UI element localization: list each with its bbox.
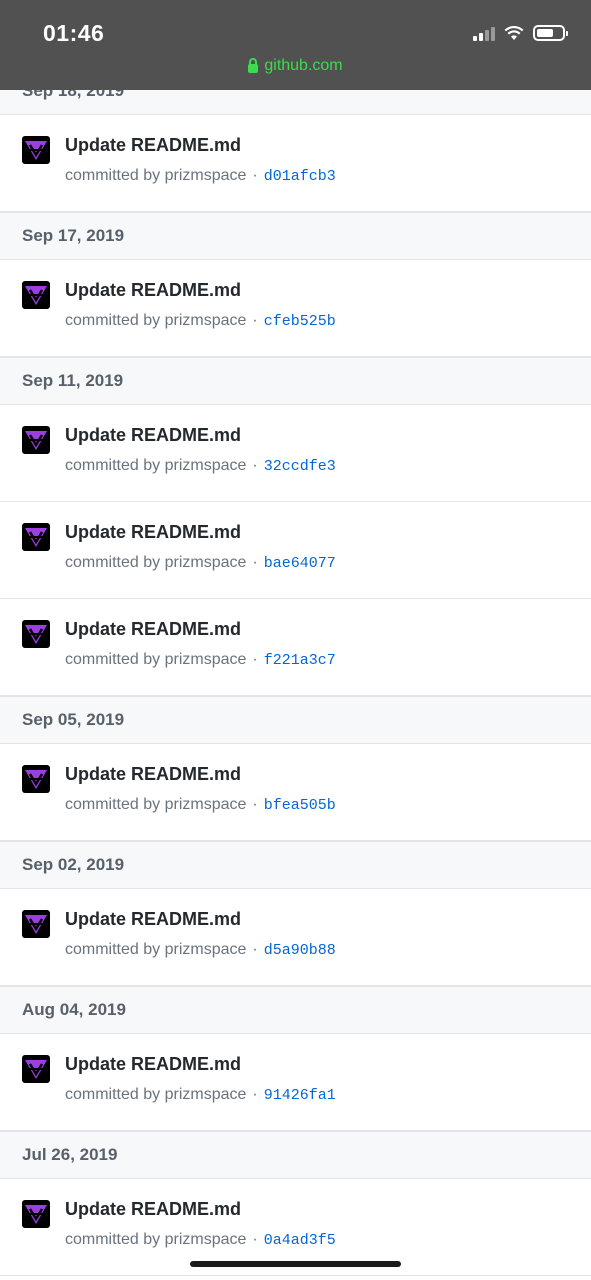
commit-sha-link[interactable]: cfeb525b xyxy=(264,313,336,330)
separator: · xyxy=(252,796,258,813)
date-header: Sep 02, 2019 xyxy=(0,841,591,889)
commit-author: committed by prizmspace xyxy=(65,941,247,958)
commit-meta: committed by prizmspace · cfeb525b xyxy=(65,312,336,330)
commit-meta: committed by prizmspace · bae64077 xyxy=(65,554,336,572)
commit-title[interactable]: Update README.md xyxy=(65,280,241,301)
commit-sha-link[interactable]: d01afcb3 xyxy=(264,168,336,185)
prizm-logo-icon[interactable] xyxy=(22,426,50,454)
status-icons xyxy=(473,25,568,41)
commit-sha-link[interactable]: 0a4ad3f5 xyxy=(264,1232,336,1249)
commit-author: committed by prizmspace xyxy=(65,457,247,474)
commit-title[interactable]: Update README.md xyxy=(65,1054,241,1075)
commit-sha-link[interactable]: f221a3c7 xyxy=(264,652,336,669)
prizm-logo-icon[interactable] xyxy=(22,1055,50,1083)
commit-row[interactable]: Update README.md committed by prizmspace… xyxy=(0,260,591,357)
commit-title[interactable]: Update README.md xyxy=(65,619,241,640)
commit-title[interactable]: Update README.md xyxy=(65,909,241,930)
signal-icon xyxy=(473,25,495,41)
commit-title[interactable]: Update README.md xyxy=(65,522,241,543)
commit-title[interactable]: Update README.md xyxy=(65,1199,241,1220)
commit-author: committed by prizmspace xyxy=(65,312,247,329)
commit-meta: committed by prizmspace · 91426fa1 xyxy=(65,1086,336,1104)
commit-sha-link[interactable]: d5a90b88 xyxy=(264,942,336,959)
browser-top-bar: 01:46 github.com xyxy=(0,0,591,90)
prizm-logo-icon[interactable] xyxy=(22,910,50,938)
date-header: Aug 04, 2019 xyxy=(0,986,591,1034)
wifi-icon xyxy=(504,25,524,40)
prizm-logo-icon[interactable] xyxy=(22,620,50,648)
commit-row[interactable]: Update README.md committed by prizmspace… xyxy=(0,1034,591,1131)
separator: · xyxy=(252,312,258,329)
commit-meta: committed by prizmspace · 32ccdfe3 xyxy=(65,457,336,475)
battery-icon xyxy=(533,25,568,41)
prizm-logo-icon[interactable] xyxy=(22,136,50,164)
commit-meta: committed by prizmspace · f221a3c7 xyxy=(65,651,336,669)
commit-sha-link[interactable]: 91426fa1 xyxy=(264,1087,336,1104)
commit-author: committed by prizmspace xyxy=(65,651,247,668)
separator: · xyxy=(252,941,258,958)
commit-meta: committed by prizmspace · d5a90b88 xyxy=(65,941,336,959)
url-bar[interactable]: github.com xyxy=(0,57,591,75)
date-header: Sep 17, 2019 xyxy=(0,212,591,260)
separator: · xyxy=(252,651,258,668)
commit-row[interactable]: Update README.md committed by prizmspace… xyxy=(0,744,591,841)
commit-sha-link[interactable]: bfea505b xyxy=(264,797,336,814)
commit-author: committed by prizmspace xyxy=(65,1231,247,1248)
commit-sha-link[interactable]: 32ccdfe3 xyxy=(264,458,336,475)
commit-row[interactable]: Update README.md committed by prizmspace… xyxy=(0,405,591,502)
separator: · xyxy=(252,167,258,184)
prizm-logo-icon[interactable] xyxy=(22,765,50,793)
prizm-logo-icon[interactable] xyxy=(22,523,50,551)
lock-icon xyxy=(248,57,259,73)
separator: · xyxy=(252,1086,258,1103)
commit-row[interactable]: Update README.md committed by prizmspace… xyxy=(0,889,591,986)
commit-row[interactable]: Update README.md committed by prizmspace… xyxy=(0,115,591,212)
commit-title[interactable]: Update README.md xyxy=(65,135,241,156)
separator: · xyxy=(252,1231,258,1248)
status-time: 01:46 xyxy=(43,20,105,46)
separator: · xyxy=(252,554,258,571)
commit-row[interactable]: Update README.md committed by prizmspace… xyxy=(0,502,591,599)
date-header: Jul 26, 2019 xyxy=(0,1131,591,1179)
commit-list: Sep 18, 2019 Update README.md committed … xyxy=(0,67,591,1276)
separator: · xyxy=(252,457,258,474)
commit-author: committed by prizmspace xyxy=(65,1086,247,1103)
commit-author: committed by prizmspace xyxy=(65,167,247,184)
commit-author: committed by prizmspace xyxy=(65,554,247,571)
prizm-logo-icon[interactable] xyxy=(22,281,50,309)
commit-title[interactable]: Update README.md xyxy=(65,764,241,785)
commit-sha-link[interactable]: bae64077 xyxy=(264,555,336,572)
prizm-logo-icon[interactable] xyxy=(22,1200,50,1228)
commit-row[interactable]: Update README.md committed by prizmspace… xyxy=(0,599,591,696)
commit-author: committed by prizmspace xyxy=(65,796,247,813)
commit-meta: committed by prizmspace · 0a4ad3f5 xyxy=(65,1231,336,1249)
commit-meta: committed by prizmspace · bfea505b xyxy=(65,796,336,814)
commit-title[interactable]: Update README.md xyxy=(65,425,241,446)
url-text[interactable]: github.com xyxy=(264,57,342,75)
date-header: Sep 05, 2019 xyxy=(0,696,591,744)
date-header: Sep 11, 2019 xyxy=(0,357,591,405)
home-indicator[interactable] xyxy=(190,1261,401,1267)
commit-meta: committed by prizmspace · d01afcb3 xyxy=(65,167,336,185)
